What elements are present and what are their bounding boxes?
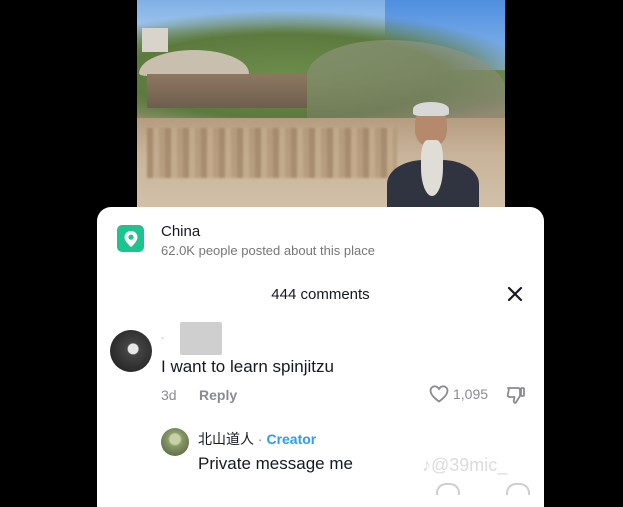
- partial-action-icons: [432, 483, 532, 495]
- comments-count: 444 comments: [271, 286, 370, 303]
- like-count: 1,095: [453, 386, 489, 402]
- person-hair: [413, 102, 449, 116]
- thumbs-down-icon: [506, 387, 525, 404]
- tiktok-logo-icon: ♪: [422, 455, 431, 475]
- comment-time: 3d: [161, 387, 177, 403]
- location-pin-icon: [117, 225, 144, 252]
- partial-heart-icon: [436, 483, 460, 495]
- close-icon: [507, 286, 523, 302]
- video-waterfall: [147, 128, 397, 178]
- creator-avatar[interactable]: [161, 428, 189, 456]
- reply-button[interactable]: Reply: [199, 387, 237, 403]
- video-pavilion: [147, 74, 307, 108]
- close-button[interactable]: [506, 285, 524, 303]
- watermark-handle: @39mic_: [431, 455, 508, 475]
- comment-text: I want to learn spinjitzu: [161, 357, 334, 376]
- creator-badge: Creator: [266, 431, 317, 447]
- reply-author-name[interactable]: 北山道人: [198, 431, 254, 447]
- place-subtitle: 62.0K people posted about this place: [161, 243, 375, 258]
- reply-author-line: 北山道人 · Creator: [198, 429, 316, 449]
- partial-thumb-icon: [506, 483, 530, 495]
- username-fragment: `: [161, 337, 165, 348]
- place-title: China: [161, 223, 201, 240]
- blurred-username: [180, 322, 222, 355]
- dislike-button[interactable]: [505, 385, 527, 410]
- commenter-avatar[interactable]: [110, 330, 152, 372]
- person-beard: [421, 140, 443, 196]
- heart-icon: [429, 385, 449, 403]
- comments-sheet: China 62.0K people posted about this pla…: [97, 207, 544, 507]
- watermark: ♪@39mic_: [422, 455, 507, 476]
- reply-text: Private message me: [198, 454, 353, 473]
- video-person: [381, 100, 481, 210]
- video-building: [142, 28, 168, 52]
- like-button[interactable]: 1,095: [429, 385, 488, 403]
- video-player[interactable]: [137, 0, 505, 210]
- author-separator: ·: [257, 431, 263, 447]
